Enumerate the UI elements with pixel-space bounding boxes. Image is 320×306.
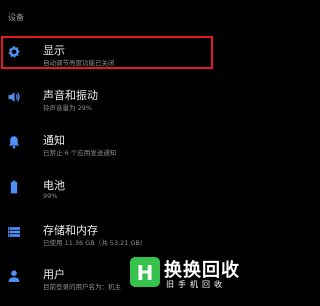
settings-item-title: 通知 [43,134,65,147]
watermark: H 换换回收 旧手机回收 [126,254,247,298]
highlight-box [1,36,213,69]
settings-item-subtitle: 铃声音量为 29% [43,104,93,112]
volume-icon [8,92,20,102]
settings-item-title: 用户 [43,268,65,281]
settings-item-title: 电池 [43,179,65,192]
watermark-subtitle: 旧手机回收 [166,280,226,289]
settings-item-sound[interactable]: 声音和振动 铃声音量为 29% [0,87,248,127]
watermark-logo: H [130,257,160,287]
settings-item-notifications[interactable]: 通知 已禁止 6 个应用发送通知 [0,132,248,172]
section-header: 设备 [8,13,24,22]
settings-item-title: 存储和内存 [43,224,98,237]
settings-item-subtitle: 99% [43,192,58,200]
storage-icon [8,227,20,237]
settings-item-subtitle: 已使用 11.36 GB（共 53.21 GB） [43,239,147,247]
bell-icon [8,136,20,149]
settings-item-subtitle: 目前登录的用户名为：机主 [43,283,121,291]
user-icon [8,270,20,282]
settings-item-title: 声音和振动 [43,89,98,102]
battery-icon [10,180,18,194]
settings-item-subtitle: 已禁止 6 个应用发送通知 [43,149,117,157]
settings-item-battery[interactable]: 电池 99% [0,177,248,217]
